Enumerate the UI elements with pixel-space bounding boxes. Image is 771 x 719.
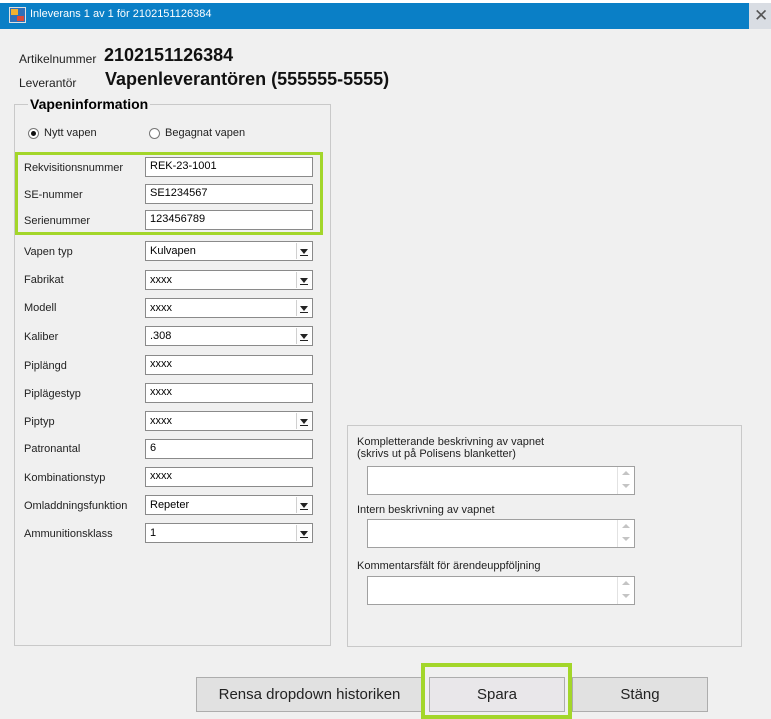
field-input-patronantal[interactable]: 6 [145, 439, 313, 459]
dropdown-arrow-icon[interactable] [296, 328, 311, 344]
radio-used-weapon[interactable] [149, 128, 160, 139]
scroll-down-icon[interactable] [622, 594, 630, 598]
field-label-omladdningsfunktion: Omladdningsfunktion [24, 500, 128, 512]
weapon-info-title: Vapeninformation [28, 96, 151, 112]
field-label-kaliber: Kaliber [24, 331, 59, 343]
field-label-ammunitionsklass: Ammunitionsklass [24, 528, 113, 540]
field-label-piplangd: Piplängd [24, 360, 67, 372]
highlight-frame-identity-fields [15, 152, 323, 235]
field-select-value: xxxx [150, 274, 172, 286]
article-number-value: 2102151126384 [104, 45, 234, 65]
radio-used-weapon-label: Begagnat vapen [165, 127, 246, 139]
highlight-frame-save-button [421, 663, 572, 719]
field-label-vapen-typ: Vapen typ [24, 246, 73, 258]
scrollbar[interactable] [617, 520, 634, 547]
internal-description-label: Intern beskrivning av vapnet [357, 504, 495, 516]
field-label-kombinationstyp: Kombinationstyp [24, 472, 106, 484]
dropdown-arrow-icon[interactable] [296, 243, 311, 259]
article-number-label: Artikelnummer [19, 52, 97, 66]
supplier-label: Leverantör [19, 76, 77, 90]
scrollbar[interactable] [617, 577, 634, 604]
dropdown-arrow-icon[interactable] [296, 413, 311, 429]
dropdown-arrow-icon[interactable] [296, 272, 311, 288]
internal-description-textarea[interactable] [367, 519, 635, 548]
field-select-kaliber[interactable]: .308 [145, 326, 313, 346]
clear-dropdown-history-button[interactable]: Rensa dropdown historiken [196, 677, 423, 712]
scroll-up-icon[interactable] [622, 524, 630, 528]
radio-new-weapon-label: Nytt vapen [44, 127, 97, 139]
field-label-fabrikat: Fabrikat [24, 274, 64, 286]
close-icon: ✕ [754, 6, 769, 25]
field-select-value: xxxx [150, 302, 172, 314]
scroll-down-icon[interactable] [622, 537, 630, 541]
field-label-modell: Modell [24, 302, 57, 314]
field-select-omladdningsfunktion[interactable]: Repeter [145, 495, 313, 515]
dropdown-arrow-icon[interactable] [296, 525, 311, 541]
complementary-description-sublabel: (skrivs ut på Polisens blanketter) [357, 448, 516, 460]
complementary-description-textarea[interactable] [367, 466, 635, 495]
scrollbar[interactable] [617, 467, 634, 494]
field-input-kombinationstyp[interactable]: xxxx [145, 467, 313, 487]
field-select-value: Repeter [150, 499, 190, 511]
close-window-button[interactable]: ✕ [749, 3, 771, 29]
field-select-vapen-typ[interactable]: Kulvapen [145, 241, 313, 261]
field-select-modell[interactable]: xxxx [145, 298, 313, 318]
field-input-piplangd[interactable]: xxxx [145, 355, 313, 375]
field-select-fabrikat[interactable]: xxxx [145, 270, 313, 290]
field-label-piplagestyp: Piplägestyp [24, 388, 81, 400]
supplier-value: Vapenleverantören (555555-5555) [105, 69, 390, 89]
comment-field-textarea[interactable] [367, 576, 635, 605]
field-select-value: xxxx [150, 415, 172, 427]
field-input-piplagestyp[interactable]: xxxx [145, 383, 313, 403]
scroll-up-icon[interactable] [622, 471, 630, 475]
field-label-patronantal: Patronantal [24, 443, 81, 455]
comment-field-label: Kommentarsfält för ärendeuppföljning [357, 560, 541, 572]
field-select-ammunitionsklass[interactable]: 1 [145, 523, 313, 543]
scroll-up-icon[interactable] [622, 581, 630, 585]
field-select-value: .308 [150, 330, 172, 342]
window-title: Inleverans 1 av 1 för 2102151126384 [30, 8, 212, 20]
dropdown-arrow-icon[interactable] [296, 300, 311, 316]
field-select-value: Kulvapen [150, 245, 196, 257]
close-button[interactable]: Stäng [572, 677, 708, 712]
field-select-value: 1 [150, 527, 157, 539]
dropdown-arrow-icon[interactable] [296, 497, 311, 513]
radio-new-weapon[interactable] [28, 128, 39, 139]
field-label-piptyp: Piptyp [24, 416, 55, 428]
scroll-down-icon[interactable] [622, 484, 630, 488]
field-select-piptyp[interactable]: xxxx [145, 411, 313, 431]
app-icon [9, 7, 26, 23]
